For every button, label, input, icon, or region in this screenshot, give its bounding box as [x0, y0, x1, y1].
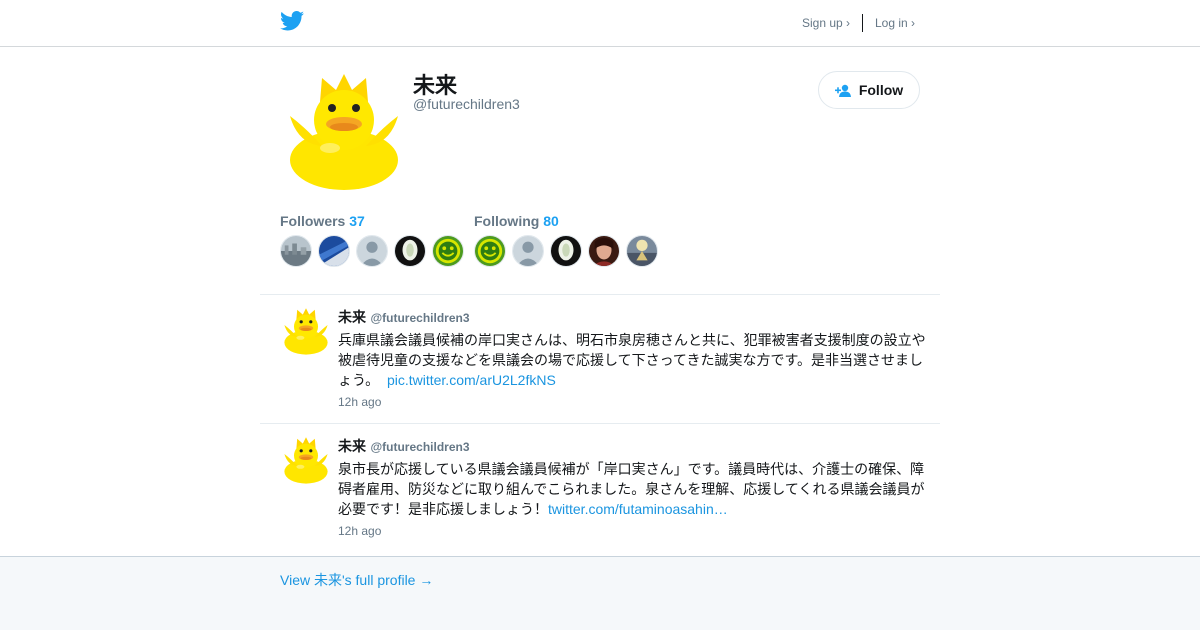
profile-handle: @futurechildren3 — [413, 96, 520, 112]
following-avatar[interactable] — [550, 235, 582, 267]
tweet-author-handle[interactable]: @futurechildren3 — [370, 311, 469, 325]
follower-avatar[interactable] — [280, 235, 312, 267]
login-link[interactable]: Log in › — [875, 16, 915, 30]
follower-avatar[interactable] — [432, 235, 464, 267]
signup-link[interactable]: Sign up › — [802, 16, 850, 30]
tweet-avatar[interactable] — [282, 436, 330, 484]
following-stat[interactable]: Following 80 — [474, 213, 559, 229]
following-avatar[interactable] — [626, 235, 658, 267]
tweet-timestamp[interactable]: 12h ago — [338, 524, 381, 538]
follow-button[interactable]: Follow — [818, 71, 920, 109]
view-full-profile-link[interactable]: View 未来's full profile → — [280, 570, 433, 590]
tweet-text: 泉市長が応援している県議会議員候補が「岸口実さん」です。議員時代は、介護士の確保… — [338, 459, 930, 519]
follower-avatar[interactable] — [394, 235, 426, 267]
tweet[interactable]: 未来 @futurechildren3 兵庫県議会議員候補の岸口実さんは、明石市… — [260, 295, 940, 423]
following-label: Following — [474, 213, 540, 229]
tweet-text: 兵庫県議会議員候補の岸口実さんは、明石市泉房穂さんと共に、犯罪被害者支援制度の設… — [338, 330, 930, 390]
following-avatars — [474, 235, 658, 267]
following-count: 80 — [543, 213, 559, 229]
tweet-timestamp[interactable]: 12h ago — [338, 395, 381, 409]
twitter-bird-icon[interactable] — [280, 11, 304, 31]
nav-divider — [862, 14, 863, 32]
tweet-avatar[interactable] — [282, 307, 330, 355]
followers-avatars — [280, 235, 464, 267]
following-avatar[interactable] — [474, 235, 506, 267]
tweet[interactable]: 未来 @futurechildren3 泉市長が応援している県議会議員候補が「岸… — [260, 424, 940, 554]
following-avatar[interactable] — [512, 235, 544, 267]
tweet-link[interactable]: twitter.com/futaminoasahin… — [548, 501, 728, 517]
tweet-header: 未来 @futurechildren3 — [338, 436, 470, 456]
followers-stat[interactable]: Followers 37 — [280, 213, 365, 229]
tweet-author-handle[interactable]: @futurechildren3 — [370, 440, 469, 454]
profile-avatar[interactable] — [282, 72, 406, 190]
tweet-header: 未来 @futurechildren3 — [338, 307, 470, 327]
follower-avatar[interactable] — [318, 235, 350, 267]
follower-avatar[interactable] — [356, 235, 388, 267]
following-avatar[interactable] — [588, 235, 620, 267]
profile-card: 未来 @futurechildren3 Follow Followers 37 … — [0, 47, 1200, 557]
top-bar: Sign up › Log in › — [0, 0, 1200, 47]
add-user-icon — [834, 84, 851, 97]
follow-label: Follow — [858, 82, 904, 98]
tweet-author-name[interactable]: 未来 — [338, 438, 366, 454]
tweet-link[interactable]: pic.twitter.com/arU2L2fkNS — [387, 372, 556, 388]
tweet-author-name[interactable]: 未来 — [338, 309, 366, 325]
followers-count: 37 — [349, 213, 365, 229]
followers-label: Followers — [280, 213, 346, 229]
